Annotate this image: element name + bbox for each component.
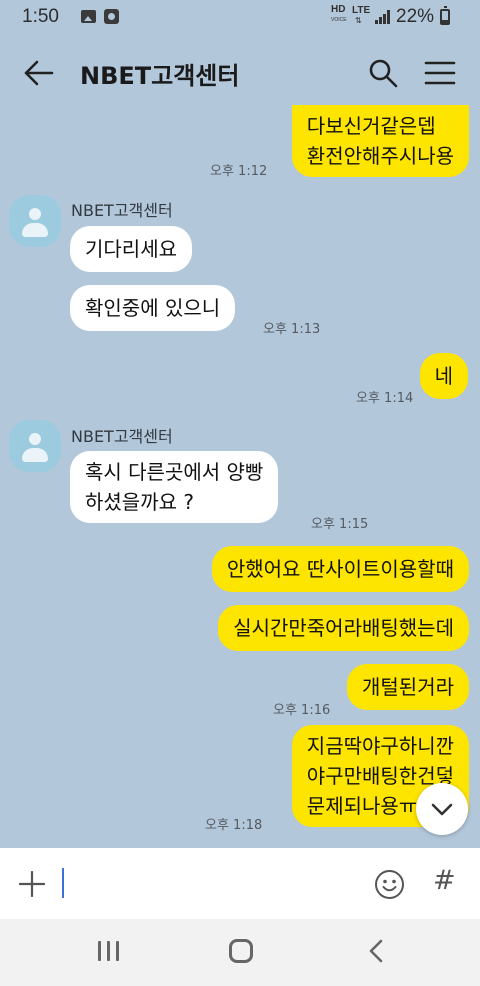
status-bar: 1:50 HD VOICE LTE ⇅ 22% (0, 0, 480, 36)
message-bubble-sent[interactable]: 개털된거라 (347, 664, 469, 710)
message-bubble-sent[interactable]: 네 (419, 353, 468, 399)
message-timestamp: 오후 1:14 (356, 391, 414, 406)
back-arrow-icon[interactable] (24, 60, 54, 86)
recents-icon[interactable] (98, 941, 120, 961)
message-timestamp: 오후 1:15 (311, 517, 369, 532)
signal-icon (375, 10, 391, 24)
message-bubble-sent[interactable]: 실시간만죽어라배팅했는데 (218, 605, 469, 651)
lte-label: LTE (352, 5, 371, 16)
status-time: 1:50 (22, 6, 59, 27)
back-nav-icon[interactable] (368, 939, 384, 963)
battery-icon (440, 6, 450, 25)
message-bubble-received[interactable]: 기다리세요 (70, 226, 192, 272)
avatar-head-icon (29, 433, 41, 445)
avatar-head-icon (29, 208, 41, 220)
message-timestamp: 오후 1:12 (210, 164, 268, 179)
chevron-down-icon (431, 803, 453, 816)
message-bubble-received[interactable]: 확인중에 있으니 (70, 285, 236, 331)
message-line: 다보신거같은뎁 (306, 114, 436, 138)
data-activity-icon: ⇅ (355, 16, 362, 25)
plus-icon[interactable] (19, 871, 45, 897)
message-bubble-received[interactable]: 혹시 다른곳에서 양빵 하셨을까요 ? (70, 451, 279, 523)
message-timestamp: 오후 1:18 (205, 818, 263, 833)
voice-label: VOICE (331, 17, 347, 23)
message-bubble-sent[interactable]: 안했어요 딴사이트이용할때 (211, 546, 469, 592)
app-notification-icon (104, 9, 119, 24)
menu-icon[interactable] (424, 60, 456, 86)
message-bubble-sent[interactable]: 다보신거같은뎁 환전안해주시나용 (291, 105, 469, 177)
scroll-to-bottom-button[interactable] (416, 783, 468, 835)
message-line: 하셨을까요 ? (85, 490, 194, 514)
system-navigation-bar (0, 919, 480, 986)
avatar[interactable] (9, 420, 61, 472)
chat-header: NBET고객센터 (0, 36, 480, 110)
battery-percent: 22% (396, 6, 435, 27)
home-icon[interactable] (229, 939, 253, 963)
message-line: 환전안해주시나용 (306, 144, 454, 168)
gallery-notification-icon (81, 10, 96, 23)
chat-title: NBET고객센터 (80, 62, 240, 90)
sender-name: NBET고객센터 (71, 427, 173, 446)
message-input[interactable] (60, 864, 350, 904)
message-timestamp: 오후 1:13 (263, 322, 321, 337)
message-line: 혹시 다른곳에서 양빵 (85, 460, 264, 484)
hd-voice-label: HD (331, 4, 346, 15)
sender-name: NBET고객센터 (71, 201, 173, 220)
avatar-body-icon (22, 223, 48, 237)
emoji-icon[interactable] (374, 869, 405, 900)
message-line: 지금딱야구하니깐 (306, 734, 454, 758)
search-icon[interactable] (368, 58, 398, 88)
message-input-bar: # (0, 848, 480, 919)
hash-icon[interactable]: # (433, 865, 456, 896)
message-timestamp: 오후 1:16 (273, 703, 331, 718)
avatar[interactable] (9, 195, 61, 247)
avatar-body-icon (22, 448, 48, 462)
text-cursor (62, 868, 64, 898)
